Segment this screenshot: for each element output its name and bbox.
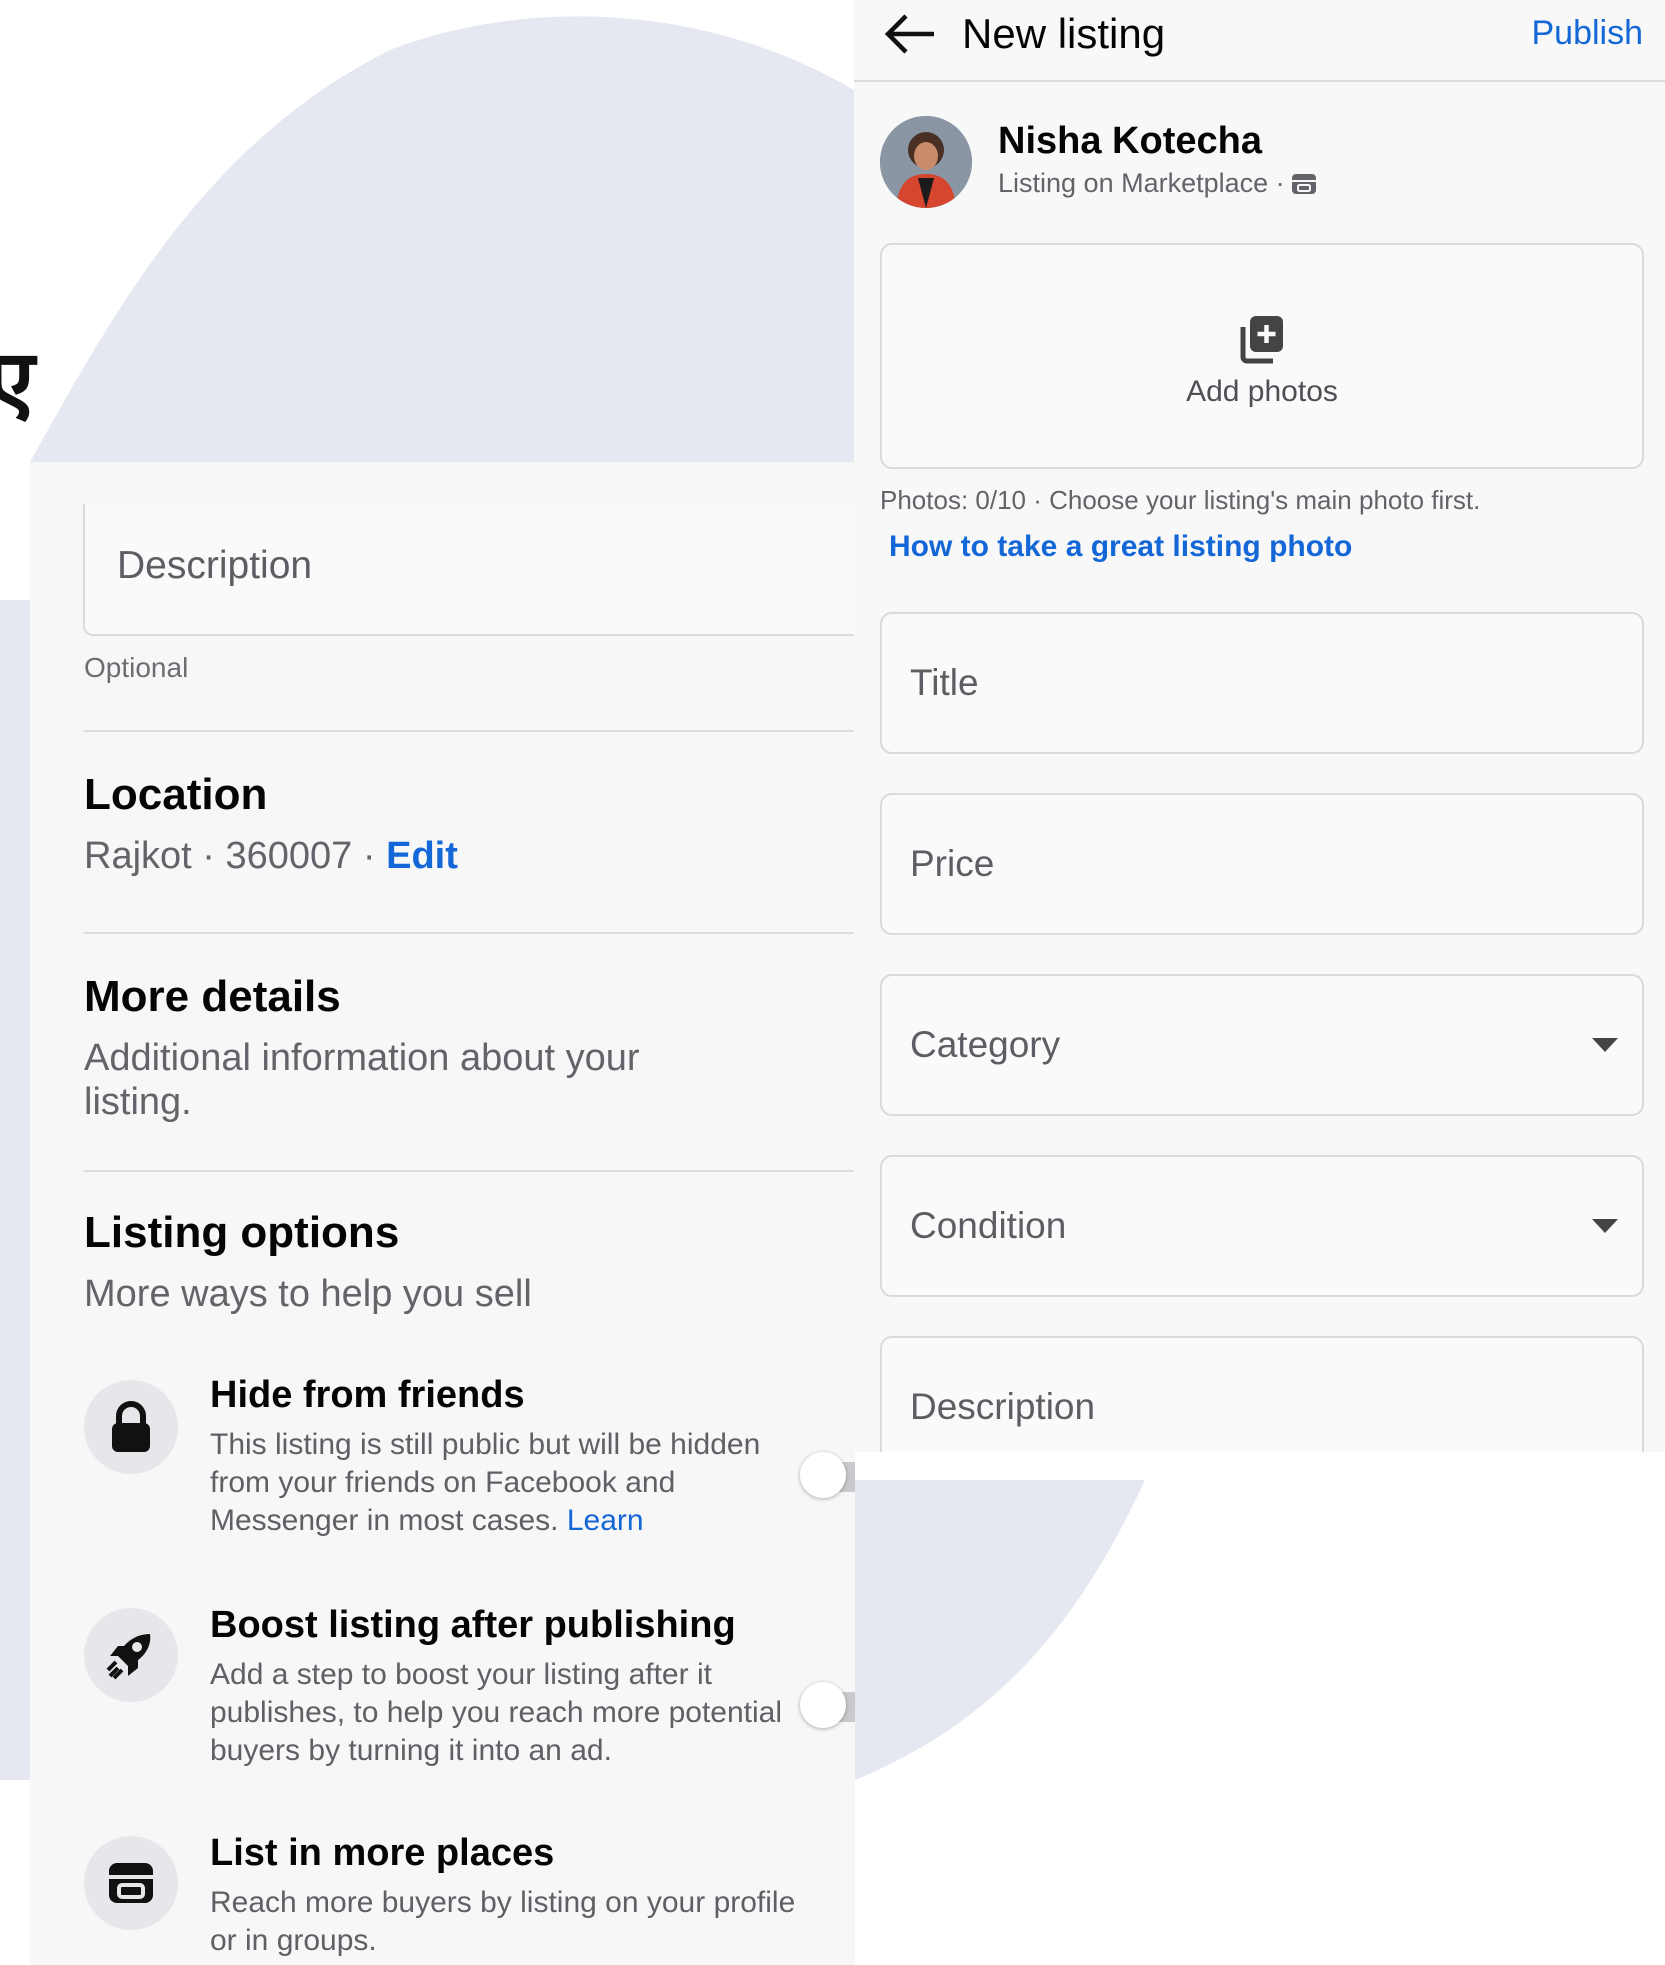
photo-tips-link[interactable]: How to take a great listing photo <box>889 530 1352 564</box>
lock-icon <box>84 1380 178 1474</box>
photos-count-note: Photos: 0/10 · Choose your listing's mai… <box>880 485 1481 515</box>
condition-placeholder: Condition <box>910 1205 1067 1246</box>
location-separator: · <box>362 835 376 877</box>
list-in-more-places-description: Reach more buyers by listing on your pro… <box>210 1886 796 1957</box>
divider <box>84 932 855 934</box>
divider <box>84 730 855 732</box>
optional-note: Optional <box>84 652 189 683</box>
rocket-icon <box>84 1608 178 1702</box>
dropdown-arrow-icon <box>1592 1219 1618 1233</box>
learn-more-link[interactable]: Learn <box>567 1504 644 1537</box>
list-in-more-places-title: List in more places <box>210 1832 555 1874</box>
hide-from-friends-description: This listing is still public but will be… <box>210 1426 770 1540</box>
divider <box>84 1170 855 1172</box>
location-separator: · <box>202 835 215 877</box>
publish-button[interactable]: Publish <box>1531 14 1643 53</box>
add-photo-icon <box>1240 316 1283 364</box>
hide-from-friends-toggle[interactable] <box>800 1452 855 1498</box>
back-arrow-icon[interactable] <box>882 12 938 56</box>
category-select[interactable]: Category <box>880 974 1644 1116</box>
page-title: New listing <box>962 10 1166 57</box>
more-details-subtitle: Additional information about your listin… <box>84 1037 640 1123</box>
marketplace-icon <box>1291 173 1316 194</box>
listing-details-panel: Description Optional Location Rajkot · 3… <box>30 462 855 1965</box>
toggle-thumb <box>800 1682 846 1728</box>
listing-location-subtitle: Listing on Marketplace · <box>998 168 1317 199</box>
hide-from-friends-title: Hide from friends <box>210 1374 525 1416</box>
add-photos-button[interactable]: Add photos <box>880 243 1644 469</box>
description-placeholder: Description <box>117 544 313 587</box>
description-input[interactable]: Description <box>880 1336 1644 1452</box>
hide-from-friends-text: This listing is still public but will be… <box>210 1428 761 1537</box>
location-city: Rajkot <box>84 835 192 877</box>
price-input[interactable]: Price <box>880 793 1644 935</box>
condition-select[interactable]: Condition <box>880 1155 1644 1297</box>
title-input[interactable]: Title <box>880 612 1644 754</box>
seller-name: Nisha Kotecha <box>998 120 1262 162</box>
dropdown-arrow-icon <box>1592 1038 1618 1052</box>
new-listing-panel: New listing Publish Nisha Kotecha Listin… <box>854 0 1665 1452</box>
boost-listing-title: Boost listing after publishing <box>210 1604 736 1646</box>
boost-listing-description: Add a step to boost your listing after i… <box>210 1658 783 1767</box>
avatar <box>880 116 972 208</box>
edit-location-link[interactable]: Edit <box>386 835 458 877</box>
add-photos-label: Add photos <box>1186 375 1338 408</box>
description-field[interactable]: Description <box>83 504 855 636</box>
category-placeholder: Category <box>910 1024 1061 1065</box>
background-text-fragment: ए <box>0 330 35 433</box>
location-value: Rajkot · 360007 · Edit <box>84 834 458 878</box>
listing-on-marketplace-text: Listing on Marketplace · <box>998 168 1285 198</box>
title-placeholder: Title <box>910 662 979 703</box>
listing-options-subtitle: More ways to help you sell <box>84 1273 532 1315</box>
storefront-icon <box>84 1836 178 1930</box>
header-bar: New listing Publish <box>854 0 1665 82</box>
more-details-title: More details <box>84 972 341 1021</box>
toggle-thumb <box>800 1452 846 1498</box>
listing-options-title: Listing options <box>84 1208 400 1257</box>
boost-listing-toggle[interactable] <box>800 1682 855 1728</box>
price-placeholder: Price <box>910 843 995 884</box>
location-title: Location <box>84 770 268 819</box>
location-postal-code: 360007 <box>225 835 353 877</box>
description-placeholder: Description <box>910 1386 1096 1427</box>
